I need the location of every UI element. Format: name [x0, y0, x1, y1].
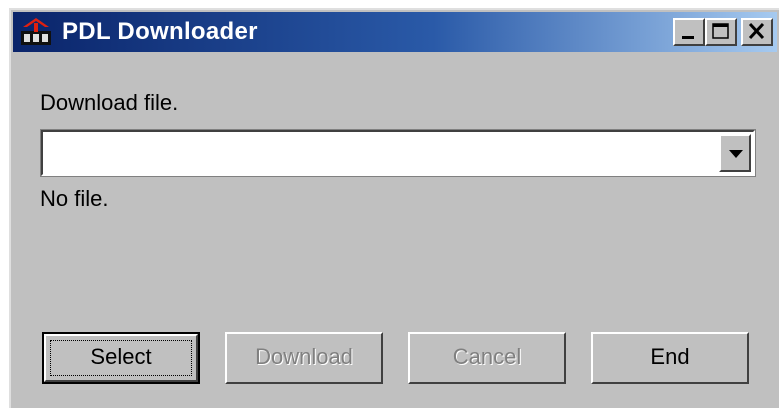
dropdown-arrow-icon: [729, 150, 743, 158]
select-button[interactable]: Select: [42, 332, 200, 384]
minimize-icon: [682, 36, 694, 39]
app-window: PDL Downloader Download file. No file. S…: [9, 8, 779, 408]
close-icon: [748, 22, 765, 40]
minimize-button[interactable]: [673, 18, 705, 46]
download-file-label: Download file.: [40, 90, 179, 115]
download-button[interactable]: Download: [225, 332, 383, 384]
select-button-label: Select: [90, 344, 152, 369]
maximize-icon: [712, 23, 729, 39]
title-bar[interactable]: PDL Downloader: [13, 12, 777, 52]
cancel-button[interactable]: Cancel: [408, 332, 566, 384]
end-button[interactable]: End: [591, 332, 749, 384]
file-combobox[interactable]: [40, 129, 756, 177]
file-status-text: No file.: [40, 186, 109, 211]
pdl-app-icon[interactable]: [19, 17, 53, 47]
window-title: PDL Downloader: [62, 18, 258, 45]
maximize-button[interactable]: [705, 18, 737, 46]
file-combobox-dropdown-button[interactable]: [719, 134, 751, 172]
close-button[interactable]: [741, 18, 773, 46]
